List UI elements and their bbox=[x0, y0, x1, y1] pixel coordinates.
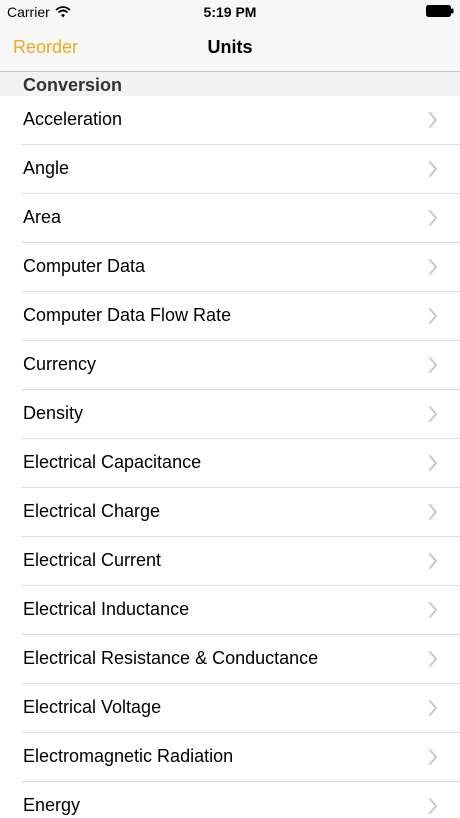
list-item[interactable]: Density bbox=[22, 390, 460, 439]
chevron-right-icon bbox=[429, 700, 437, 716]
chevron-right-icon bbox=[429, 553, 437, 569]
chevron-right-icon bbox=[429, 651, 437, 667]
list-item[interactable]: Electrical Voltage bbox=[22, 684, 460, 733]
page-title: Units bbox=[207, 37, 253, 57]
list-item[interactable]: Electromagnetic Radiation bbox=[22, 733, 460, 782]
chevron-right-icon bbox=[429, 308, 437, 324]
list-item-label: Angle bbox=[23, 158, 70, 178]
list-item[interactable]: Area bbox=[22, 194, 460, 243]
list-item[interactable]: Energy bbox=[22, 782, 460, 818]
list-item[interactable]: Currency bbox=[22, 341, 460, 390]
list-item-label: Computer Data Flow Rate bbox=[23, 305, 232, 325]
chevron-right-icon bbox=[429, 455, 437, 471]
list-item[interactable]: Acceleration bbox=[22, 96, 460, 145]
list-item-label: Area bbox=[23, 207, 62, 227]
navigation-bar: Reorder Units bbox=[0, 24, 460, 72]
list-item[interactable]: Electrical Capacitance bbox=[22, 439, 460, 488]
list-item-label: Electrical Charge bbox=[23, 501, 161, 521]
list-item[interactable]: Electrical Charge bbox=[22, 488, 460, 537]
chevron-right-icon bbox=[429, 749, 437, 765]
list-item-label: Electrical Voltage bbox=[23, 697, 162, 717]
status-bar: Carrier 5:19 PM bbox=[0, 0, 460, 24]
unit-list: Acceleration Angle Area Computer Data Comput… bbox=[0, 96, 460, 818]
list-item[interactable]: Computer Data Flow Rate bbox=[22, 292, 460, 341]
chevron-right-icon bbox=[429, 210, 437, 226]
chevron-right-icon bbox=[429, 357, 437, 373]
section-title: Conversion bbox=[23, 75, 123, 95]
chevron-right-icon bbox=[429, 112, 437, 128]
list-item-label: Acceleration bbox=[23, 109, 123, 129]
list-item[interactable]: Electrical Resistance & Conductance bbox=[22, 635, 460, 684]
chevron-right-icon bbox=[429, 161, 437, 177]
section-header-conversion: Conversion bbox=[0, 72, 460, 96]
list-item-label: Electrical Capacitance bbox=[23, 452, 202, 472]
list-item-label: Energy bbox=[23, 795, 81, 815]
chevron-right-icon bbox=[429, 602, 437, 618]
list-item-label: Electrical Inductance bbox=[23, 599, 190, 619]
list-item-label: Currency bbox=[23, 354, 97, 374]
list-item-label: Electrical Resistance & Conductance bbox=[23, 648, 319, 668]
list-item[interactable]: Electrical Inductance bbox=[22, 586, 460, 635]
status-time: 5:19 PM bbox=[203, 4, 257, 20]
chevron-right-icon bbox=[429, 504, 437, 520]
list-item[interactable]: Angle bbox=[22, 145, 460, 194]
list-item-label: Electrical Current bbox=[23, 550, 162, 570]
chevron-right-icon bbox=[429, 406, 437, 422]
list-item-label: Electromagnetic Radiation bbox=[23, 746, 234, 766]
list-item[interactable]: Computer Data bbox=[22, 243, 460, 292]
list-item-label: Density bbox=[23, 403, 84, 423]
chevron-right-icon bbox=[429, 798, 437, 814]
list-item-label: Computer Data bbox=[23, 256, 146, 276]
app-window: Carrier 5:19 PM Reorder Units Conversion… bbox=[0, 0, 460, 818]
chevron-right-icon bbox=[429, 259, 437, 275]
battery-icon bbox=[426, 5, 454, 17]
list-item[interactable]: Electrical Current bbox=[22, 537, 460, 586]
